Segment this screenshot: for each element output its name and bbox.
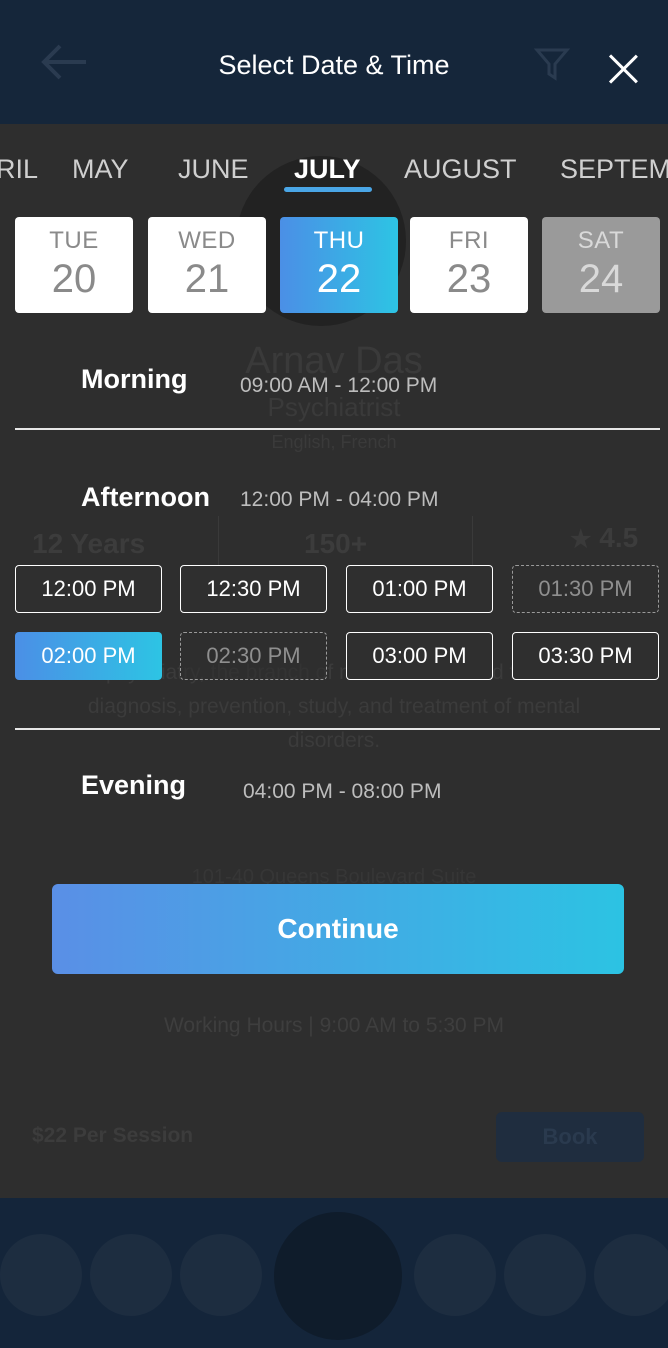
carousel-avatar (414, 1234, 496, 1316)
day-of-week: TUE (49, 227, 99, 254)
evening-label[interactable]: Evening (81, 770, 186, 801)
carousel-avatar (0, 1234, 82, 1316)
day-card-20[interactable]: TUE 20 (15, 217, 133, 313)
carousel-avatar (90, 1234, 172, 1316)
rating-stat: ★ 4.5 (570, 522, 639, 553)
day-number: 20 (51, 257, 97, 301)
time-slot-1200[interactable]: 12:00 PM (15, 565, 162, 613)
active-month-indicator (284, 187, 372, 192)
star-icon: ★ (570, 526, 592, 553)
morning-range: 09:00 AM - 12:00 PM (240, 374, 438, 397)
month-tab-april[interactable]: RIL (0, 154, 38, 185)
morning-label[interactable]: Morning (81, 364, 187, 395)
time-slot-0330[interactable]: 03:30 PM (512, 632, 659, 680)
modal-title: Select Date & Time (218, 50, 450, 80)
carousel-avatar (594, 1234, 668, 1316)
section-divider (15, 428, 660, 430)
time-slot-0100[interactable]: 01:00 PM (346, 565, 493, 613)
day-card-22[interactable]: THU 22 (280, 217, 398, 313)
day-card-21[interactable]: WED 21 (148, 217, 266, 313)
month-selector: RIL MAY JUNE JULY AUGUST SEPTEM (0, 150, 668, 200)
time-slot-1230[interactable]: 12:30 PM (180, 565, 327, 613)
month-tab-september[interactable]: SEPTEM (560, 154, 668, 185)
afternoon-range: 12:00 PM - 04:00 PM (240, 488, 439, 511)
time-slot-0130: 01:30 PM (512, 565, 659, 613)
section-divider (15, 728, 660, 730)
reviews-stat: 150+ (304, 528, 368, 559)
experience-stat: 12 Years (32, 528, 146, 559)
day-card-24: SAT 24 (542, 217, 660, 313)
month-tab-july[interactable]: JULY (294, 154, 361, 185)
day-number: 24 (578, 257, 624, 301)
day-card-23[interactable]: FRI 23 (410, 217, 528, 313)
doctor-languages: English, French (271, 432, 397, 452)
day-of-week: WED (178, 227, 236, 254)
carousel-avatar (274, 1212, 402, 1340)
day-number: 22 (316, 257, 362, 301)
session-price: $22 Per Session (32, 1124, 194, 1147)
time-slot-0200[interactable]: 02:00 PM (15, 632, 162, 680)
carousel-avatar (504, 1234, 586, 1316)
continue-button[interactable]: Continue (52, 884, 624, 974)
time-slot-0230: 02:30 PM (180, 632, 327, 680)
day-of-week: THU (313, 227, 365, 254)
book-button: Book (496, 1112, 644, 1162)
carousel-avatar (180, 1234, 262, 1316)
close-icon[interactable] (600, 46, 646, 92)
month-tab-august[interactable]: AUGUST (404, 154, 517, 185)
month-tab-may[interactable]: MAY (72, 154, 129, 185)
day-number: 23 (446, 257, 492, 301)
working-hours: Working Hours | 9:00 AM to 5:30 PM (163, 1014, 505, 1037)
time-slot-0300[interactable]: 03:00 PM (346, 632, 493, 680)
evening-range: 04:00 PM - 08:00 PM (243, 780, 442, 803)
day-of-week: FRI (448, 227, 490, 254)
month-tab-june[interactable]: JUNE (178, 154, 249, 185)
day-of-week: SAT (577, 227, 625, 254)
day-number: 21 (184, 257, 230, 301)
afternoon-label[interactable]: Afternoon (81, 482, 210, 513)
